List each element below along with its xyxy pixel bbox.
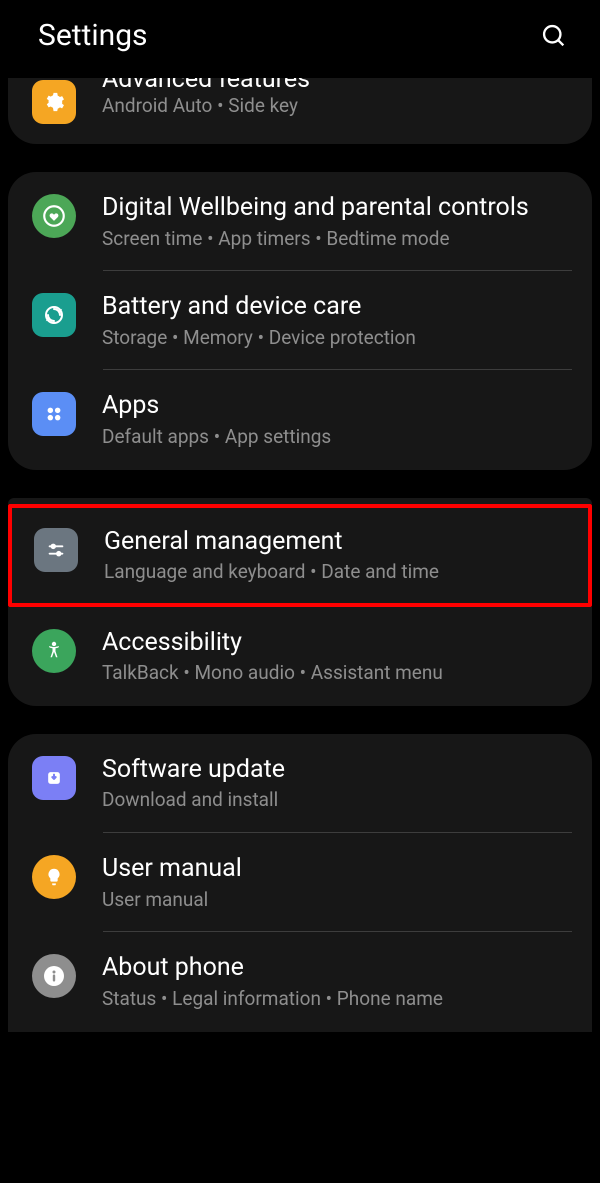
- bulb-icon: [32, 855, 76, 899]
- settings-header: Settings: [0, 0, 600, 78]
- settings-item-about-phone[interactable]: About phone Status • Legal information •…: [8, 932, 592, 1031]
- settings-item-advanced-features[interactable]: Advanced features Android Auto • Side ke…: [8, 78, 592, 144]
- item-text: Advanced features Android Auto • Side ke…: [102, 78, 568, 119]
- settings-group: Advanced features Android Auto • Side ke…: [8, 78, 592, 144]
- settings-group: Software update Download and install Use…: [8, 734, 592, 1032]
- item-title: Software update: [102, 754, 568, 787]
- search-icon: [540, 22, 568, 50]
- item-title: General management: [104, 526, 564, 559]
- item-title: Accessibility: [102, 627, 568, 660]
- item-subtitle: Screen time • App timers • Bedtime mode: [102, 227, 568, 252]
- item-text: Digital Wellbeing and parental controls …: [102, 192, 568, 251]
- item-text: Apps Default apps • App settings: [102, 390, 568, 449]
- settings-group: Digital Wellbeing and parental controls …: [8, 172, 592, 470]
- item-text: Software update Download and install: [102, 754, 568, 813]
- item-title: About phone: [102, 952, 568, 985]
- item-subtitle: Status • Legal information • Phone name: [102, 987, 568, 1012]
- settings-item-battery-device-care[interactable]: Battery and device care Storage • Memory…: [8, 271, 592, 370]
- item-text: Accessibility TalkBack • Mono audio • As…: [102, 627, 568, 686]
- accessibility-icon: [32, 629, 76, 673]
- refresh-icon: [32, 293, 76, 337]
- apps-icon: [32, 392, 76, 436]
- heart-circle-icon: [32, 194, 76, 238]
- settings-item-accessibility[interactable]: Accessibility TalkBack • Mono audio • As…: [8, 607, 592, 706]
- settings-item-digital-wellbeing[interactable]: Digital Wellbeing and parental controls …: [8, 172, 592, 271]
- item-title: Battery and device care: [102, 291, 568, 324]
- item-title: Advanced features: [102, 78, 568, 92]
- item-text: Battery and device care Storage • Memory…: [102, 291, 568, 350]
- download-icon: [32, 756, 76, 800]
- settings-item-software-update[interactable]: Software update Download and install: [8, 734, 592, 833]
- item-title: User manual: [102, 853, 568, 886]
- page-title: Settings: [38, 18, 148, 53]
- sliders-icon: [34, 528, 78, 572]
- item-text: User manual User manual: [102, 853, 568, 912]
- item-subtitle: Android Auto • Side key: [102, 94, 568, 119]
- item-subtitle: User manual: [102, 888, 568, 913]
- item-title: Apps: [102, 390, 568, 423]
- settings-item-general-management[interactable]: General management Language and keyboard…: [12, 508, 588, 603]
- gear-icon: [32, 80, 76, 124]
- item-subtitle: Storage • Memory • Device protection: [102, 326, 568, 351]
- search-button[interactable]: [538, 20, 570, 52]
- item-text: General management Language and keyboard…: [104, 526, 564, 585]
- item-title: Digital Wellbeing and parental controls: [102, 192, 568, 225]
- highlight-annotation: General management Language and keyboard…: [8, 504, 592, 607]
- item-subtitle: Language and keyboard • Date and time: [104, 560, 564, 585]
- settings-item-user-manual[interactable]: User manual User manual: [8, 833, 592, 932]
- settings-group: General management Language and keyboard…: [8, 498, 592, 706]
- settings-item-apps[interactable]: Apps Default apps • App settings: [8, 370, 592, 469]
- item-subtitle: Download and install: [102, 788, 568, 813]
- item-subtitle: Default apps • App settings: [102, 425, 568, 450]
- item-subtitle: TalkBack • Mono audio • Assistant menu: [102, 661, 568, 686]
- info-icon: [32, 954, 76, 998]
- item-text: About phone Status • Legal information •…: [102, 952, 568, 1011]
